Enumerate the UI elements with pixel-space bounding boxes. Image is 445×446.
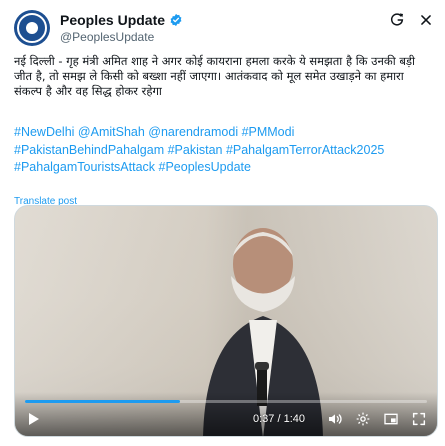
video-time: 0:37 / 1:40 [253,413,305,425]
close-icon[interactable] [419,13,433,27]
video-control-icons [327,411,427,427]
author-name-row[interactable]: Peoples Update [60,12,183,28]
video-controls-bar: 0:37 / 1:40 [15,392,437,436]
avatar[interactable] [14,10,50,46]
verified-badge-icon [170,13,182,27]
author-display-name[interactable]: Peoples Update [60,12,165,28]
avatar-logo [17,13,47,43]
video-progress-fill [25,400,180,403]
post-hashtags[interactable]: #NewDelhi @AmitShah @narendramodi #PMMod… [14,124,434,177]
post-card: Peoples Update @PeoplesUpdate नई दिल्ली … [0,0,445,446]
post-text: नई दिल्ली - गृह मंत्री अमित शाह ने अगर क… [14,54,416,98]
grok-icon[interactable] [389,12,405,28]
volume-icon[interactable] [327,411,343,427]
video-progress-bar[interactable] [25,400,427,403]
video-player[interactable]: 0:37 / 1:40 [14,205,438,437]
author-handle[interactable]: @PeoplesUpdate [60,30,154,44]
play-icon[interactable] [25,411,41,427]
settings-icon[interactable] [355,411,371,427]
picture-in-picture-icon[interactable] [383,411,399,427]
header-actions [389,12,433,28]
fullscreen-icon[interactable] [411,411,427,427]
